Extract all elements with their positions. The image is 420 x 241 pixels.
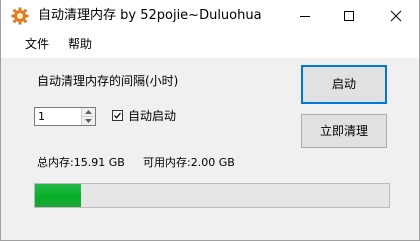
minimize-icon [300,16,310,17]
spinner-down-button[interactable] [82,117,95,125]
close-icon [390,10,402,22]
app-window: 自动清理内存 by 52pojie~Duluohua 文件 帮助 自动清理内存的… [0,0,420,241]
start-button[interactable]: 启动 [301,65,387,104]
spinner-buttons [81,108,95,125]
autostart-label[interactable]: 自动启动 [128,108,176,125]
autostart-checkbox[interactable] [112,110,123,121]
gear-icon [11,7,29,25]
total-memory-text: 总内存:15.91 GB [37,156,125,169]
memory-progress-fill [35,184,81,207]
memory-progress-bar [34,183,390,208]
menu-bar: 文件 帮助 [1,31,419,59]
check-icon [114,112,121,119]
chevron-down-icon [85,119,92,123]
menu-help[interactable]: 帮助 [68,36,92,53]
maximize-button[interactable] [326,0,372,31]
minimize-button[interactable] [282,0,328,31]
maximize-icon [344,11,354,21]
free-memory-text: 可用内存:2.00 GB [143,156,235,169]
title-bar[interactable]: 自动清理内存 by 52pojie~Duluohua [1,0,419,31]
close-button[interactable] [373,0,419,31]
clean-now-button[interactable]: 立即清理 [301,114,387,148]
window-title: 自动清理内存 by 52pojie~Duluohua [38,8,262,23]
interval-spinner[interactable]: 1 [34,107,96,126]
chevron-up-icon [85,110,92,114]
interval-value[interactable]: 1 [38,109,45,124]
interval-label: 自动清理内存的间隔(小时) [37,74,179,88]
menu-file[interactable]: 文件 [25,36,49,53]
spinner-up-button[interactable] [82,108,95,117]
